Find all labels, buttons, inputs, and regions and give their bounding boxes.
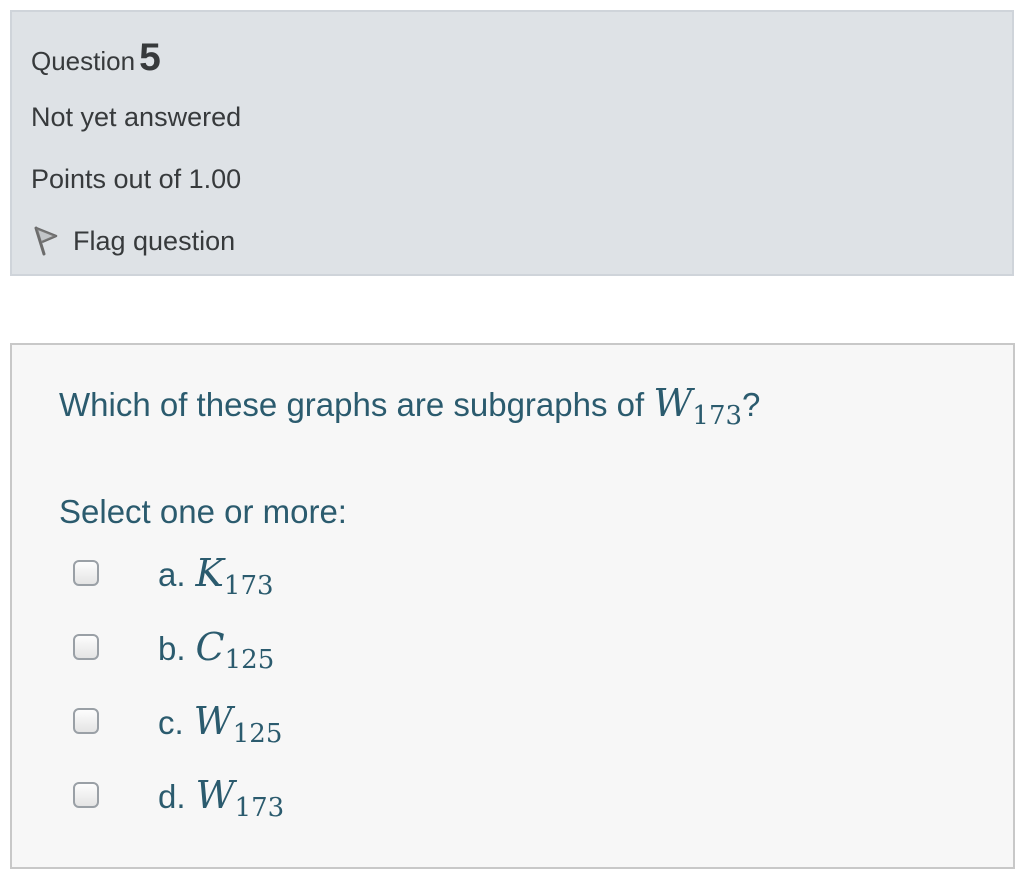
question-number-value: 5 xyxy=(139,36,161,79)
answer-option-d[interactable]: d. W173 xyxy=(70,772,470,822)
option-subscript: 125 xyxy=(224,645,275,675)
option-d-label[interactable]: d. W173 xyxy=(158,772,285,821)
checkbox-option-d[interactable] xyxy=(73,782,99,808)
answer-option-b[interactable]: b. C125 xyxy=(70,624,470,674)
question-label: Question xyxy=(31,46,136,76)
checkbox-option-b[interactable] xyxy=(73,634,99,660)
question-grade: Points out of 1.00 xyxy=(31,164,242,194)
option-symbol: W xyxy=(193,699,233,743)
flag-question-label: Flag question xyxy=(73,226,236,256)
option-subscript: 173 xyxy=(223,571,274,601)
option-letter: a. xyxy=(158,556,186,593)
question-number: Question 5 xyxy=(31,38,161,79)
option-math: W125 xyxy=(193,699,283,747)
flag-question-link[interactable]: Flag question xyxy=(31,222,235,260)
flag-icon xyxy=(31,224,61,258)
option-subscript: 173 xyxy=(234,793,285,823)
option-math: W173 xyxy=(195,773,285,821)
option-symbol: K xyxy=(195,551,224,595)
option-subscript: 125 xyxy=(232,719,283,749)
option-letter: b. xyxy=(158,630,186,667)
option-symbol: W xyxy=(195,773,235,817)
option-math: K173 xyxy=(195,551,274,599)
checkbox-option-c[interactable] xyxy=(73,708,99,734)
option-symbol: C xyxy=(195,625,225,669)
answer-option-c[interactable]: c. W125 xyxy=(70,698,470,748)
answer-option-a[interactable]: a. K173 xyxy=(70,550,470,600)
question-info-panel: Question 5 Not yet answered Points out of… xyxy=(10,10,1014,276)
option-c-label[interactable]: c. W125 xyxy=(158,698,283,747)
question-text: Which of these graphs are subgraphs of W… xyxy=(59,381,761,429)
question-state: Not yet answered xyxy=(31,102,242,132)
question-math: W173 xyxy=(653,381,742,429)
question-math-symbol: W xyxy=(653,381,693,425)
question-formulation: Which of these graphs are subgraphs of W… xyxy=(10,343,1015,869)
question-text-end: ? xyxy=(742,386,761,423)
question-text-main: Which of these graphs are subgraphs of xyxy=(59,386,654,423)
option-b-label[interactable]: b. C125 xyxy=(158,624,275,673)
option-letter: d. xyxy=(158,778,186,815)
option-letter: c. xyxy=(158,704,184,741)
answer-prompt: Select one or more: xyxy=(59,493,347,530)
question-math-subscript: 173 xyxy=(692,401,743,431)
checkbox-option-a[interactable] xyxy=(73,560,99,586)
option-a-label[interactable]: a. K173 xyxy=(158,550,274,599)
option-math: C125 xyxy=(195,625,275,673)
